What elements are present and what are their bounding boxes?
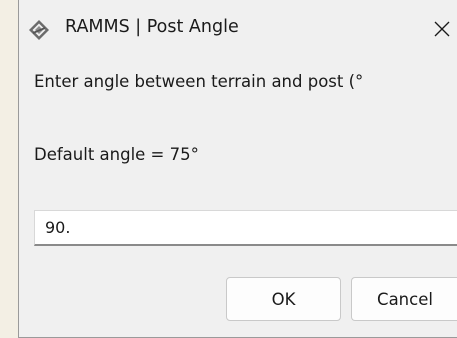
ok-button[interactable]: OK (226, 277, 341, 321)
close-icon[interactable] (427, 14, 457, 44)
title-bar[interactable]: RAMMS | Post Angle (19, 0, 457, 62)
default-angle-label: Default angle = 75° (34, 145, 199, 164)
window-title: RAMMS | Post Angle (65, 17, 239, 37)
ramms-app-icon (28, 19, 50, 41)
post-angle-dialog: RAMMS | Post Angle Enter angle between t… (18, 0, 457, 338)
prompt-label: Enter angle between terrain and post (° (34, 72, 364, 91)
cancel-button[interactable]: Cancel (351, 277, 457, 321)
angle-input[interactable] (34, 210, 457, 246)
